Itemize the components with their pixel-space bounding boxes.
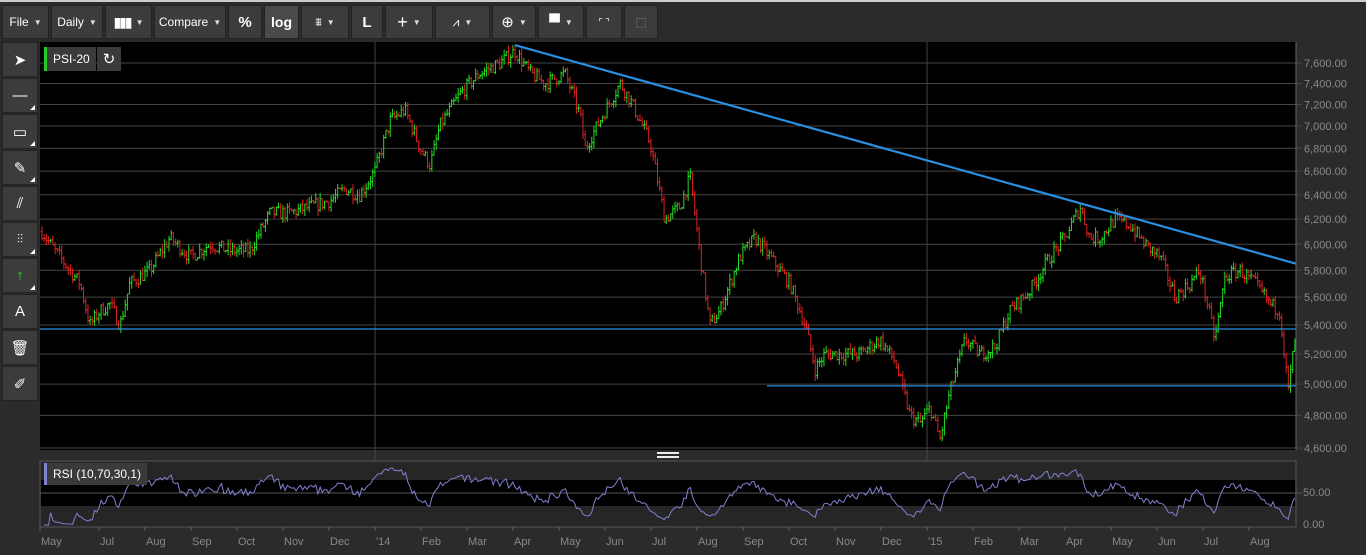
x-tick-label: Jun [606, 536, 624, 548]
symbol-legend: PSI-20 [44, 47, 96, 71]
refresh-button[interactable]: ↻ [97, 47, 121, 71]
y-tick-label: 4,800.00 [1304, 410, 1347, 422]
x-tick-label: May [1112, 536, 1133, 548]
rsi-legend: RSI (10,70,30,1) [44, 463, 148, 485]
y-tick-label: 6,000.00 [1304, 239, 1347, 251]
refresh-icon: ↻ [102, 51, 116, 68]
x-tick-label: '15 [928, 536, 942, 548]
x-tick-label: May [41, 536, 62, 548]
x-tick-label: Mar [468, 536, 487, 548]
x-tick-label: Jul [100, 536, 114, 548]
x-tick-label: Apr [514, 536, 531, 548]
y-tick-label: 6,400.00 [1304, 190, 1347, 202]
x-tick-label: May [560, 536, 581, 548]
y-tick-label: 7,400.00 [1304, 78, 1347, 90]
y-tick-label: 7,600.00 [1304, 58, 1347, 70]
x-tick-label: Nov [284, 536, 304, 548]
y-tick-label: 5,800.00 [1304, 265, 1347, 277]
x-tick-label: Sep [744, 536, 764, 548]
x-tick-label: Jul [652, 536, 666, 548]
x-tick-label: Aug [698, 536, 718, 548]
rsi-tick-50: 50.00 [1303, 487, 1331, 499]
y-tick-label: 7,000.00 [1304, 121, 1347, 133]
y-tick-label: 6,200.00 [1304, 214, 1347, 226]
x-tick-label: Sep [192, 536, 212, 548]
x-tick-label: Dec [882, 536, 902, 548]
symbol-name: PSI-20 [53, 52, 90, 66]
x-tick-label: Oct [238, 536, 255, 548]
y-tick-label: 4,600.00 [1304, 443, 1347, 455]
y-tick-label: 5,000.00 [1304, 379, 1347, 391]
rsi-label: RSI (10,70,30,1) [53, 467, 142, 481]
x-tick-label: Dec [330, 536, 350, 548]
x-tick-label: '14 [376, 536, 390, 548]
y-tick-label: 5,400.00 [1304, 320, 1347, 332]
x-tick-label: Aug [146, 536, 166, 548]
x-tick-label: Mar [1020, 536, 1039, 548]
y-tick-label: 7,200.00 [1304, 99, 1347, 111]
x-tick-label: Jun [1158, 536, 1176, 548]
x-tick-label: Oct [790, 536, 807, 548]
x-tick-label: Apr [1066, 536, 1083, 548]
x-tick-label: Feb [422, 536, 441, 548]
rsi-tick-0: 0.00 [1303, 519, 1325, 531]
x-tick-label: Nov [836, 536, 856, 548]
y-tick-label: 6,600.00 [1304, 166, 1347, 178]
y-tick-label: 5,600.00 [1304, 292, 1347, 304]
x-tick-label: Jul [1204, 536, 1218, 548]
x-tick-label: Aug [1250, 536, 1270, 548]
x-tick-label: Feb [974, 536, 993, 548]
panel-resize-handle[interactable] [657, 452, 679, 458]
y-tick-label: 5,200.00 [1304, 349, 1347, 361]
price-chart[interactable]: 7,600.00 7,400.00 7,200.00 7,000.00 6,800.00… [0, 0, 1366, 555]
y-tick-label: 6,800.00 [1304, 143, 1347, 155]
